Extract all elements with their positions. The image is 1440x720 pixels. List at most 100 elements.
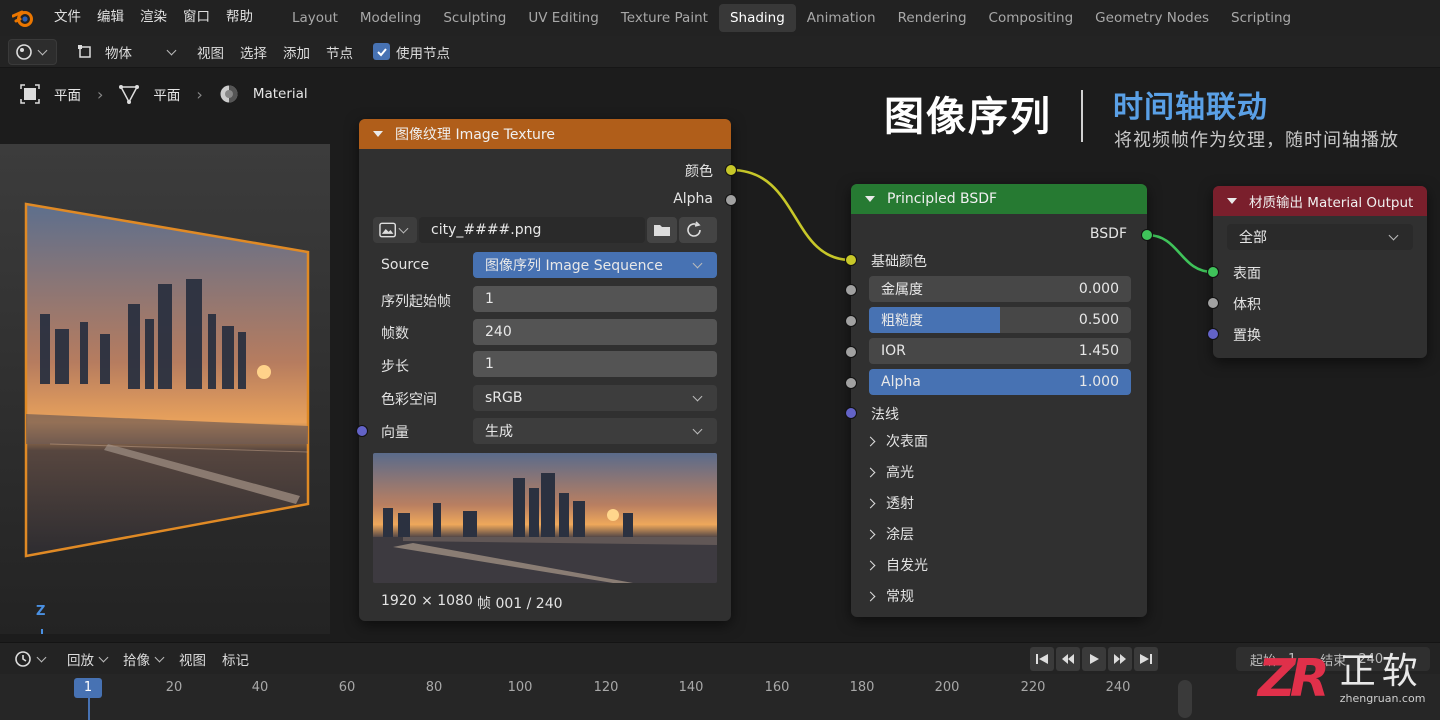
step-forward-icon[interactable]: [1108, 647, 1132, 671]
vector-label: 向量: [381, 425, 409, 441]
panel-coat[interactable]: 涂层: [865, 524, 914, 544]
timeline-scrollbar[interactable]: [1178, 680, 1192, 718]
image-filename-field[interactable]: city_####.png: [419, 217, 645, 243]
link-bsdf-to-surface[interactable]: [1146, 233, 1214, 274]
object-mode-dropdown[interactable]: 物体: [71, 39, 185, 65]
shader-editor-icon: [16, 43, 32, 60]
top-menu-bar: 文件 编辑 渲染 窗口 帮助 Layout Modeling Sculpting…: [0, 0, 1440, 36]
jump-start-icon[interactable]: [1030, 647, 1054, 671]
tab-uv-editing[interactable]: UV Editing: [517, 4, 609, 32]
menu-window[interactable]: 窗口: [175, 0, 218, 36]
vector-dropdown[interactable]: 生成: [473, 418, 717, 444]
output-target-dropdown[interactable]: 全部: [1227, 224, 1413, 250]
tab-shading[interactable]: Shading: [718, 4, 796, 32]
socket-color-out[interactable]: [725, 164, 737, 176]
socket-bsdf-out[interactable]: [1141, 229, 1153, 241]
colorspace-dropdown[interactable]: sRGB: [473, 385, 717, 411]
roughness-value: 0.500: [1078, 312, 1119, 328]
tab-animation[interactable]: Animation: [796, 4, 887, 32]
panel-transmission[interactable]: 透射: [865, 493, 914, 513]
node-editor-canvas[interactable]: 平面 › 平面 › Material Z 图像序列 时间轴联动 将视频帧作为纹理…: [0, 68, 1440, 642]
material-output-node[interactable]: 材质输出 Material Output 全部 表面 体积 置换: [1213, 186, 1427, 358]
menu-select[interactable]: 选择: [234, 39, 273, 65]
tab-rendering[interactable]: Rendering: [887, 4, 978, 32]
alpha-slider[interactable]: Alpha 1.000: [869, 369, 1131, 395]
socket-alpha-out[interactable]: [725, 194, 737, 206]
socket-ior-in[interactable]: [845, 346, 857, 358]
panel-subsurface[interactable]: 次表面: [865, 431, 928, 451]
menu-view[interactable]: 视图: [173, 646, 212, 672]
socket-displacement-in[interactable]: [1207, 328, 1219, 340]
tab-scripting[interactable]: Scripting: [1220, 4, 1302, 32]
node-title: 材质输出 Material Output: [1249, 195, 1414, 211]
image-browse-button[interactable]: [373, 217, 417, 243]
socket-normal-in[interactable]: [845, 407, 857, 419]
menu-help[interactable]: 帮助: [218, 0, 261, 36]
principled-bsdf-node[interactable]: Principled BSDF BSDF 基础颜色 金属度 0.000 粗糙度 …: [851, 184, 1147, 617]
tab-texture-paint[interactable]: Texture Paint: [610, 4, 719, 32]
frames-field[interactable]: 240: [473, 319, 717, 345]
tab-modeling[interactable]: Modeling: [349, 4, 432, 32]
tick-label: 120: [593, 680, 619, 695]
collapse-icon[interactable]: [373, 131, 383, 137]
play-icon[interactable]: [1082, 647, 1106, 671]
open-file-button[interactable]: [647, 217, 677, 243]
metallic-slider[interactable]: 金属度 0.000: [869, 276, 1131, 302]
panel-subsurface-label: 次表面: [886, 434, 928, 450]
tick-label: 40: [251, 680, 269, 695]
socket-volume-in[interactable]: [1207, 297, 1219, 309]
start-frame-value: 1: [485, 291, 494, 307]
node-header[interactable]: Principled BSDF: [851, 184, 1147, 214]
menu-file[interactable]: 文件: [46, 0, 89, 36]
tab-geometry-nodes[interactable]: Geometry Nodes: [1084, 4, 1220, 32]
panel-emission[interactable]: 自发光: [865, 555, 928, 575]
timeline-ruler[interactable]: 1 20 40 60 80 100 120 140 160 180 200 22…: [0, 674, 1440, 720]
socket-metallic-in[interactable]: [845, 284, 857, 296]
start-frame-field[interactable]: 1: [473, 286, 717, 312]
ior-slider[interactable]: IOR 1.450: [869, 338, 1131, 364]
menu-node[interactable]: 节点: [320, 39, 359, 65]
menu-keying[interactable]: 拾像: [117, 646, 173, 672]
watermark-url: zhengruan.com: [1339, 692, 1426, 705]
chevron-right-icon: [865, 467, 876, 477]
output-color-label: 颜色: [685, 164, 713, 180]
socket-base-color-in[interactable]: [845, 254, 857, 266]
reload-button[interactable]: [679, 217, 717, 243]
roughness-slider[interactable]: 粗糙度 0.500: [869, 307, 1131, 333]
node-title: Principled BSDF: [887, 191, 998, 207]
node-header[interactable]: 材质输出 Material Output: [1213, 186, 1427, 216]
collapse-icon[interactable]: [1227, 198, 1237, 204]
tab-compositing[interactable]: Compositing: [978, 4, 1085, 32]
node-header[interactable]: 图像纹理 Image Texture: [359, 119, 731, 149]
timeline-editor-type-button[interactable]: [8, 646, 55, 672]
step-back-icon[interactable]: [1056, 647, 1080, 671]
tick-label: 140: [678, 680, 704, 695]
socket-surface-in[interactable]: [1207, 266, 1219, 278]
current-frame-indicator[interactable]: 1: [74, 678, 102, 698]
socket-roughness-in[interactable]: [845, 315, 857, 327]
socket-alpha-in[interactable]: [845, 377, 857, 389]
use-nodes-toggle[interactable]: 使用节点: [367, 39, 456, 65]
tab-layout[interactable]: Layout: [281, 4, 349, 32]
playhead-line[interactable]: [88, 698, 90, 720]
panel-general[interactable]: 常规: [865, 586, 914, 606]
menu-view[interactable]: 视图: [191, 39, 230, 65]
menu-add[interactable]: 添加: [277, 39, 316, 65]
editor-type-button[interactable]: [8, 38, 57, 65]
socket-vector-in[interactable]: [356, 425, 368, 437]
tab-sculpting[interactable]: Sculpting: [432, 4, 517, 32]
menu-playback[interactable]: 回放: [61, 646, 117, 672]
panel-specular[interactable]: 高光: [865, 462, 914, 482]
link-color-to-base-color[interactable]: [730, 168, 852, 262]
menu-marker[interactable]: 标记: [216, 646, 255, 672]
blender-logo-icon[interactable]: [0, 0, 46, 36]
tick-label: 100: [507, 680, 533, 695]
image-texture-node[interactable]: 图像纹理 Image Texture 颜色 Alpha city_####.pn…: [359, 119, 731, 621]
menu-edit[interactable]: 编辑: [89, 0, 132, 36]
chevron-right-icon: [865, 529, 876, 539]
jump-end-icon[interactable]: [1134, 647, 1158, 671]
collapse-icon[interactable]: [865, 196, 875, 202]
menu-render[interactable]: 渲染: [132, 0, 175, 36]
step-field[interactable]: 1: [473, 351, 717, 377]
source-dropdown[interactable]: 图像序列 Image Sequence: [473, 252, 717, 278]
